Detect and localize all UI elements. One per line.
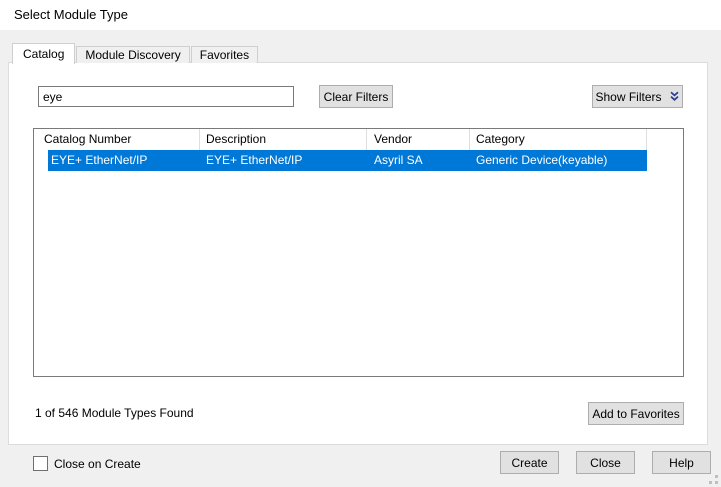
show-filters-button[interactable]: Show Filters — [592, 85, 683, 108]
search-input[interactable] — [38, 86, 294, 107]
add-to-favorites-button[interactable]: Add to Favorites — [588, 402, 684, 425]
clear-filters-label: Clear Filters — [324, 90, 389, 104]
column-separator[interactable] — [469, 129, 470, 151]
select-module-type-dialog: Select Module Type Catalog Module Discov… — [0, 0, 721, 487]
tab-module-discovery[interactable]: Module Discovery — [76, 46, 189, 63]
close-button[interactable]: Close — [576, 451, 635, 474]
column-header-catalog-number[interactable]: Catalog Number — [44, 129, 131, 150]
column-separator[interactable] — [646, 129, 647, 151]
create-button[interactable]: Create — [500, 451, 559, 474]
double-chevron-down-icon — [669, 91, 680, 102]
column-separator[interactable] — [366, 129, 367, 151]
column-header-category[interactable]: Category — [476, 129, 525, 150]
cell-catalog-number: EYE+ EtherNet/IP — [51, 150, 147, 171]
clear-filters-button[interactable]: Clear Filters — [319, 85, 393, 108]
create-label: Create — [511, 456, 547, 470]
show-filters-label: Show Filters — [595, 90, 661, 104]
dialog-titlebar: Select Module Type — [0, 0, 721, 30]
close-on-create-label: Close on Create — [54, 457, 141, 471]
resize-grip-icon[interactable] — [709, 475, 718, 484]
column-separator[interactable] — [199, 129, 200, 151]
cell-category: Generic Device(keyable) — [476, 150, 607, 171]
tab-strip: Catalog Module Discovery Favorites — [12, 43, 259, 63]
module-list: Catalog Number Description Vendor Catego… — [33, 128, 684, 377]
tab-favorites[interactable]: Favorites — [191, 46, 258, 63]
dialog-title: Select Module Type — [14, 0, 128, 30]
results-count: 1 of 546 Module Types Found — [35, 406, 194, 421]
add-to-favorites-label: Add to Favorites — [592, 407, 679, 421]
module-list-header: Catalog Number Description Vendor Catego… — [34, 129, 683, 151]
cell-description: EYE+ EtherNet/IP — [206, 150, 302, 171]
help-label: Help — [669, 456, 694, 470]
table-row[interactable]: EYE+ EtherNet/IP EYE+ EtherNet/IP Asyril… — [48, 150, 647, 171]
tab-catalog[interactable]: Catalog — [12, 43, 75, 64]
close-on-create-option: Close on Create — [33, 456, 141, 471]
help-button[interactable]: Help — [652, 451, 711, 474]
cell-vendor: Asyril SA — [374, 150, 423, 171]
close-on-create-checkbox[interactable] — [33, 456, 48, 471]
close-label: Close — [590, 456, 621, 470]
column-header-vendor[interactable]: Vendor — [374, 129, 412, 150]
column-header-description[interactable]: Description — [206, 129, 266, 150]
